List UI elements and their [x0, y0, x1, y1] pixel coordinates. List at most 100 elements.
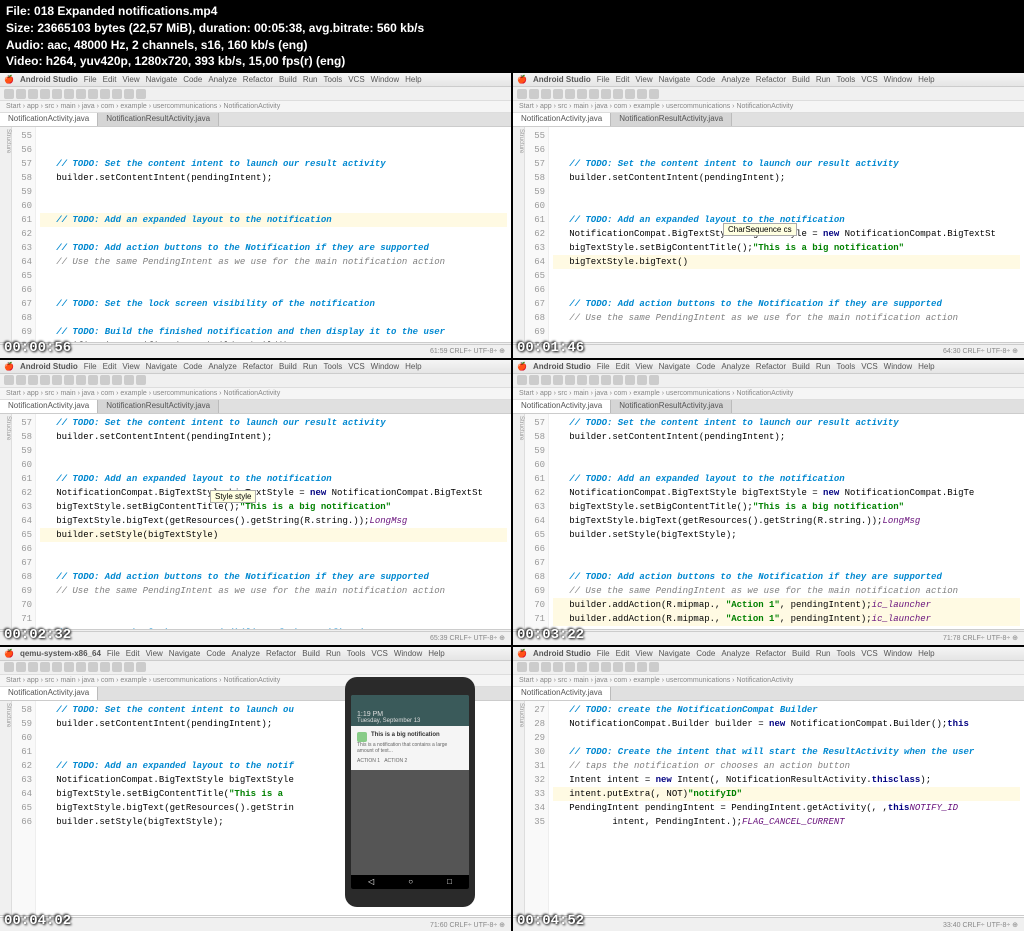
menu-item[interactable]: Build [279, 362, 297, 371]
menu-item[interactable]: Window [884, 362, 912, 371]
toolbar-button[interactable] [124, 662, 134, 672]
toolbar-button[interactable] [517, 375, 527, 385]
file-tab[interactable]: NotificationActivity.java [0, 687, 98, 700]
apple-icon[interactable]: 🍎 [4, 362, 14, 371]
menu-item[interactable]: Run [326, 649, 341, 658]
menu-item[interactable]: View [635, 649, 652, 658]
toolbar-button[interactable] [517, 662, 527, 672]
menu-item[interactable]: Edit [103, 75, 117, 84]
toolbar-button[interactable] [136, 662, 146, 672]
toolbar-button[interactable] [649, 662, 659, 672]
menu-item[interactable]: Run [816, 649, 831, 658]
code-editor[interactable]: // TODO: Set the content intent to launc… [36, 414, 511, 629]
toolbar-button[interactable] [589, 375, 599, 385]
file-tab[interactable]: NotificationActivity.java [0, 113, 98, 126]
file-tab[interactable]: NotificationResultActivity.java [611, 113, 732, 126]
toolbar-button[interactable] [541, 89, 551, 99]
toolbar-button[interactable] [112, 89, 122, 99]
toolbar-button[interactable] [124, 89, 134, 99]
menu-item[interactable]: Refactor [266, 649, 296, 658]
toolbar-button[interactable] [88, 89, 98, 99]
menu-item[interactable]: View [122, 75, 139, 84]
toolbar-button[interactable] [625, 89, 635, 99]
toolbar-button[interactable] [136, 375, 146, 385]
menu-item[interactable]: VCS [348, 362, 364, 371]
file-tab[interactable]: NotificationActivity.java [513, 113, 611, 126]
tool-window-strip[interactable]: Structure [513, 127, 525, 342]
menu-item[interactable]: Run [303, 362, 318, 371]
menu-item[interactable]: Tools [324, 362, 343, 371]
menu-item[interactable]: Help [918, 362, 934, 371]
menu-item[interactable]: Edit [616, 75, 630, 84]
toolbar-button[interactable] [529, 662, 539, 672]
menu-item[interactable]: File [597, 362, 610, 371]
menu-item[interactable]: Tools [324, 75, 343, 84]
file-tab[interactable]: NotificationActivity.java [513, 687, 611, 700]
menu-item[interactable]: Tools [347, 649, 366, 658]
menu-item[interactable]: Window [371, 75, 399, 84]
toolbar-button[interactable] [589, 89, 599, 99]
toolbar-button[interactable] [64, 662, 74, 672]
menu-item[interactable]: Window [884, 649, 912, 658]
menu-item[interactable]: Analyze [208, 75, 236, 84]
menu-item[interactable]: Analyze [721, 649, 749, 658]
toolbar-button[interactable] [64, 89, 74, 99]
apple-icon[interactable]: 🍎 [517, 362, 527, 371]
toolbar-button[interactable] [112, 375, 122, 385]
menu-item[interactable]: Code [183, 75, 202, 84]
breadcrumb[interactable]: Start › app › src › main › java › com › … [513, 388, 1024, 400]
menu-item[interactable]: View [635, 75, 652, 84]
toolbar-button[interactable] [625, 375, 635, 385]
menu-item[interactable]: Help [918, 649, 934, 658]
menu-item[interactable]: Navigate [146, 362, 178, 371]
menu-item[interactable]: View [146, 649, 163, 658]
code-editor[interactable]: // TODO: create the NotificationCompat B… [549, 701, 1024, 916]
menu-item[interactable]: File [597, 649, 610, 658]
breadcrumb[interactable]: Start › app › src › main › java › com › … [0, 101, 511, 113]
file-tab[interactable]: NotificationResultActivity.java [611, 400, 732, 413]
menu-item[interactable]: VCS [371, 649, 387, 658]
toolbar-button[interactable] [613, 662, 623, 672]
toolbar-button[interactable] [4, 89, 14, 99]
toolbar-button[interactable] [100, 375, 110, 385]
toolbar-button[interactable] [553, 375, 563, 385]
toolbar-button[interactable] [40, 89, 50, 99]
menu-item[interactable]: Help [428, 649, 444, 658]
menu-item[interactable]: File [84, 75, 97, 84]
toolbar-button[interactable] [76, 662, 86, 672]
menu-item[interactable]: Build [792, 362, 810, 371]
menu-item[interactable]: Edit [616, 362, 630, 371]
file-tab[interactable]: NotificationActivity.java [513, 400, 611, 413]
toolbar-button[interactable] [52, 375, 62, 385]
menu-item[interactable]: VCS [861, 75, 877, 84]
breadcrumb[interactable]: Start › app › src › main › java › com › … [513, 675, 1024, 687]
menu-item[interactable]: Navigate [659, 362, 691, 371]
menu-item[interactable]: Navigate [659, 75, 691, 84]
menu-item[interactable]: File [597, 75, 610, 84]
menu-item[interactable]: Edit [126, 649, 140, 658]
toolbar-button[interactable] [649, 89, 659, 99]
tool-window-strip[interactable]: Structure [0, 127, 12, 342]
menu-item[interactable]: Edit [103, 362, 117, 371]
menu-item[interactable]: Analyze [721, 75, 749, 84]
toolbar-button[interactable] [100, 662, 110, 672]
toolbar-button[interactable] [601, 662, 611, 672]
menu-item[interactable]: File [84, 362, 97, 371]
toolbar-button[interactable] [613, 375, 623, 385]
toolbar-button[interactable] [553, 662, 563, 672]
toolbar-button[interactable] [565, 89, 575, 99]
menu-item[interactable]: Window [394, 649, 422, 658]
toolbar-button[interactable] [88, 662, 98, 672]
toolbar-button[interactable] [76, 89, 86, 99]
toolbar-button[interactable] [529, 89, 539, 99]
menu-item[interactable]: Analyze [721, 362, 749, 371]
file-tab[interactable]: NotificationResultActivity.java [98, 113, 219, 126]
menu-item[interactable]: VCS [861, 362, 877, 371]
menu-item[interactable]: Build [792, 649, 810, 658]
toolbar-button[interactable] [52, 662, 62, 672]
menu-item[interactable]: Tools [837, 75, 856, 84]
menu-item[interactable]: Help [918, 75, 934, 84]
toolbar-button[interactable] [16, 375, 26, 385]
menu-item[interactable]: Refactor [756, 649, 786, 658]
breadcrumb[interactable]: Start › app › src › main › java › com › … [0, 388, 511, 400]
